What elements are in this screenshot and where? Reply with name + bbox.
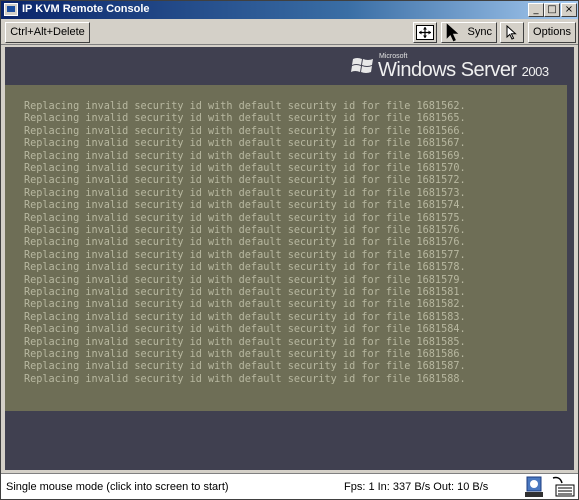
console-line: Replacing invalid security id with defau… (24, 175, 466, 187)
logo-version: 2003 (521, 64, 549, 79)
sync-button[interactable]: Sync (441, 22, 497, 43)
console-line: Replacing invalid security id with defau… (24, 212, 466, 224)
toolbar: Ctrl+Alt+Delete Sync Options (1, 20, 578, 45)
console-line: Replacing invalid security id with defau… (24, 324, 466, 336)
network-status-icon[interactable] (523, 475, 549, 499)
console-line: Replacing invalid security id with defau… (24, 336, 466, 348)
console-line: Replacing invalid security id with defau… (24, 200, 466, 212)
status-bar: Single mouse mode (click into screen to … (1, 473, 578, 499)
logo-product: Windows Server (378, 59, 517, 81)
title-bar[interactable]: IP KVM Remote Console _ □ × (1, 1, 578, 19)
maximize-button[interactable]: □ (544, 3, 560, 17)
console-line: Replacing invalid security id with defau… (24, 249, 466, 261)
fit-screen-button[interactable] (413, 22, 437, 43)
console-line: Replacing invalid security id with defau… (24, 138, 466, 150)
console-output: Replacing invalid security id with defau… (5, 85, 567, 411)
connection-stats: Fps: 1 In: 337 B/s Out: 10 B/s (344, 481, 489, 493)
mouse-pointer-icon (446, 23, 459, 42)
mouse-mode-status: Single mouse mode (click into screen to … (6, 481, 229, 493)
console-line: Replacing invalid security id with defau… (24, 225, 466, 236)
java-app-icon (4, 3, 18, 16)
console-line: Replacing invalid security id with defau… (24, 101, 466, 112)
kvm-window: IP KVM Remote Console _ □ × Ctrl+Alt+Del… (0, 0, 579, 500)
window-title: IP KVM Remote Console (22, 3, 150, 15)
windows-flag-icon (351, 58, 373, 73)
remote-screen[interactable]: Microsoft Windows Server 2003 Replacing … (5, 47, 574, 470)
console-line: Replacing invalid security id with defau… (24, 163, 466, 174)
fit-screen-icon (416, 25, 434, 40)
close-button[interactable]: × (561, 3, 577, 17)
console-line: Replacing invalid security id with defau… (24, 187, 466, 199)
logo-product-line: Windows Server 2003 (378, 59, 549, 82)
console-line: Replacing invalid security id with defau… (24, 125, 466, 137)
console-line: Replacing invalid security id with defau… (24, 287, 466, 298)
windows-server-logo: Microsoft Windows Server 2003 (347, 53, 569, 87)
console-line: Replacing invalid security id with defau… (24, 373, 466, 385)
options-button[interactable]: Options (528, 22, 576, 43)
console-line: Replacing invalid security id with defau… (24, 274, 466, 286)
console-line: Replacing invalid security id with defau… (24, 361, 466, 373)
ctrl-alt-delete-button[interactable]: Ctrl+Alt+Delete (5, 22, 90, 43)
minimize-button[interactable]: _ (528, 3, 544, 17)
console-line: Replacing invalid security id with defau… (24, 150, 466, 162)
status-icons (523, 475, 577, 499)
console-line: Replacing invalid security id with defau… (24, 262, 466, 274)
console-line: Replacing invalid security id with defau… (24, 237, 466, 249)
single-cursor-button[interactable] (500, 22, 524, 43)
sync-label: Sync (467, 26, 492, 38)
console-line: Replacing invalid security id with defau… (24, 113, 466, 125)
console-line: Replacing invalid security id with defau… (24, 349, 466, 360)
console-line: Replacing invalid security id with defau… (24, 299, 466, 311)
keyboard-icon[interactable] (550, 475, 576, 499)
single-cursor-icon (506, 25, 517, 40)
console-line: Replacing invalid security id with defau… (24, 311, 466, 323)
